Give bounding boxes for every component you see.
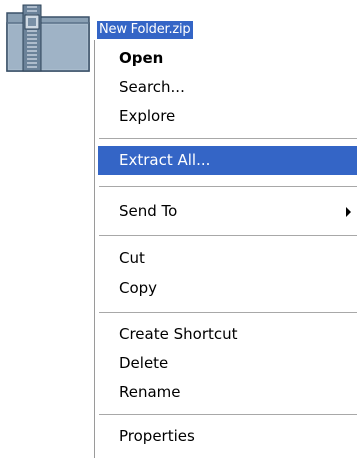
menu-item-cut[interactable]: Cut [98,244,357,273]
menu-item-properties[interactable]: Properties [98,422,357,451]
menu-item-create-shortcut[interactable]: Create Shortcut [98,320,357,349]
menu-separator [99,138,357,139]
file-name-label[interactable]: New Folder.zip [97,21,193,39]
chevron-right-icon [346,207,351,217]
menu-item-extract-all[interactable]: Extract All... [98,146,357,175]
zip-folder-icon[interactable] [3,3,93,75]
menu-item-explore[interactable]: Explore [98,102,357,131]
context-menu: Open Search... Explore Extract All... Se… [94,40,357,458]
menu-separator [99,186,357,187]
menu-separator [99,312,357,313]
menu-separator [99,235,357,236]
menu-item-send-to[interactable]: Send To [98,197,357,226]
menu-item-rename[interactable]: Rename [98,378,357,407]
menu-item-send-to-label: Send To [119,202,178,220]
menu-item-copy[interactable]: Copy [98,274,357,303]
menu-item-delete[interactable]: Delete [98,349,357,378]
menu-item-search[interactable]: Search... [98,73,357,102]
menu-separator [99,414,357,415]
menu-item-open[interactable]: Open [98,44,357,73]
